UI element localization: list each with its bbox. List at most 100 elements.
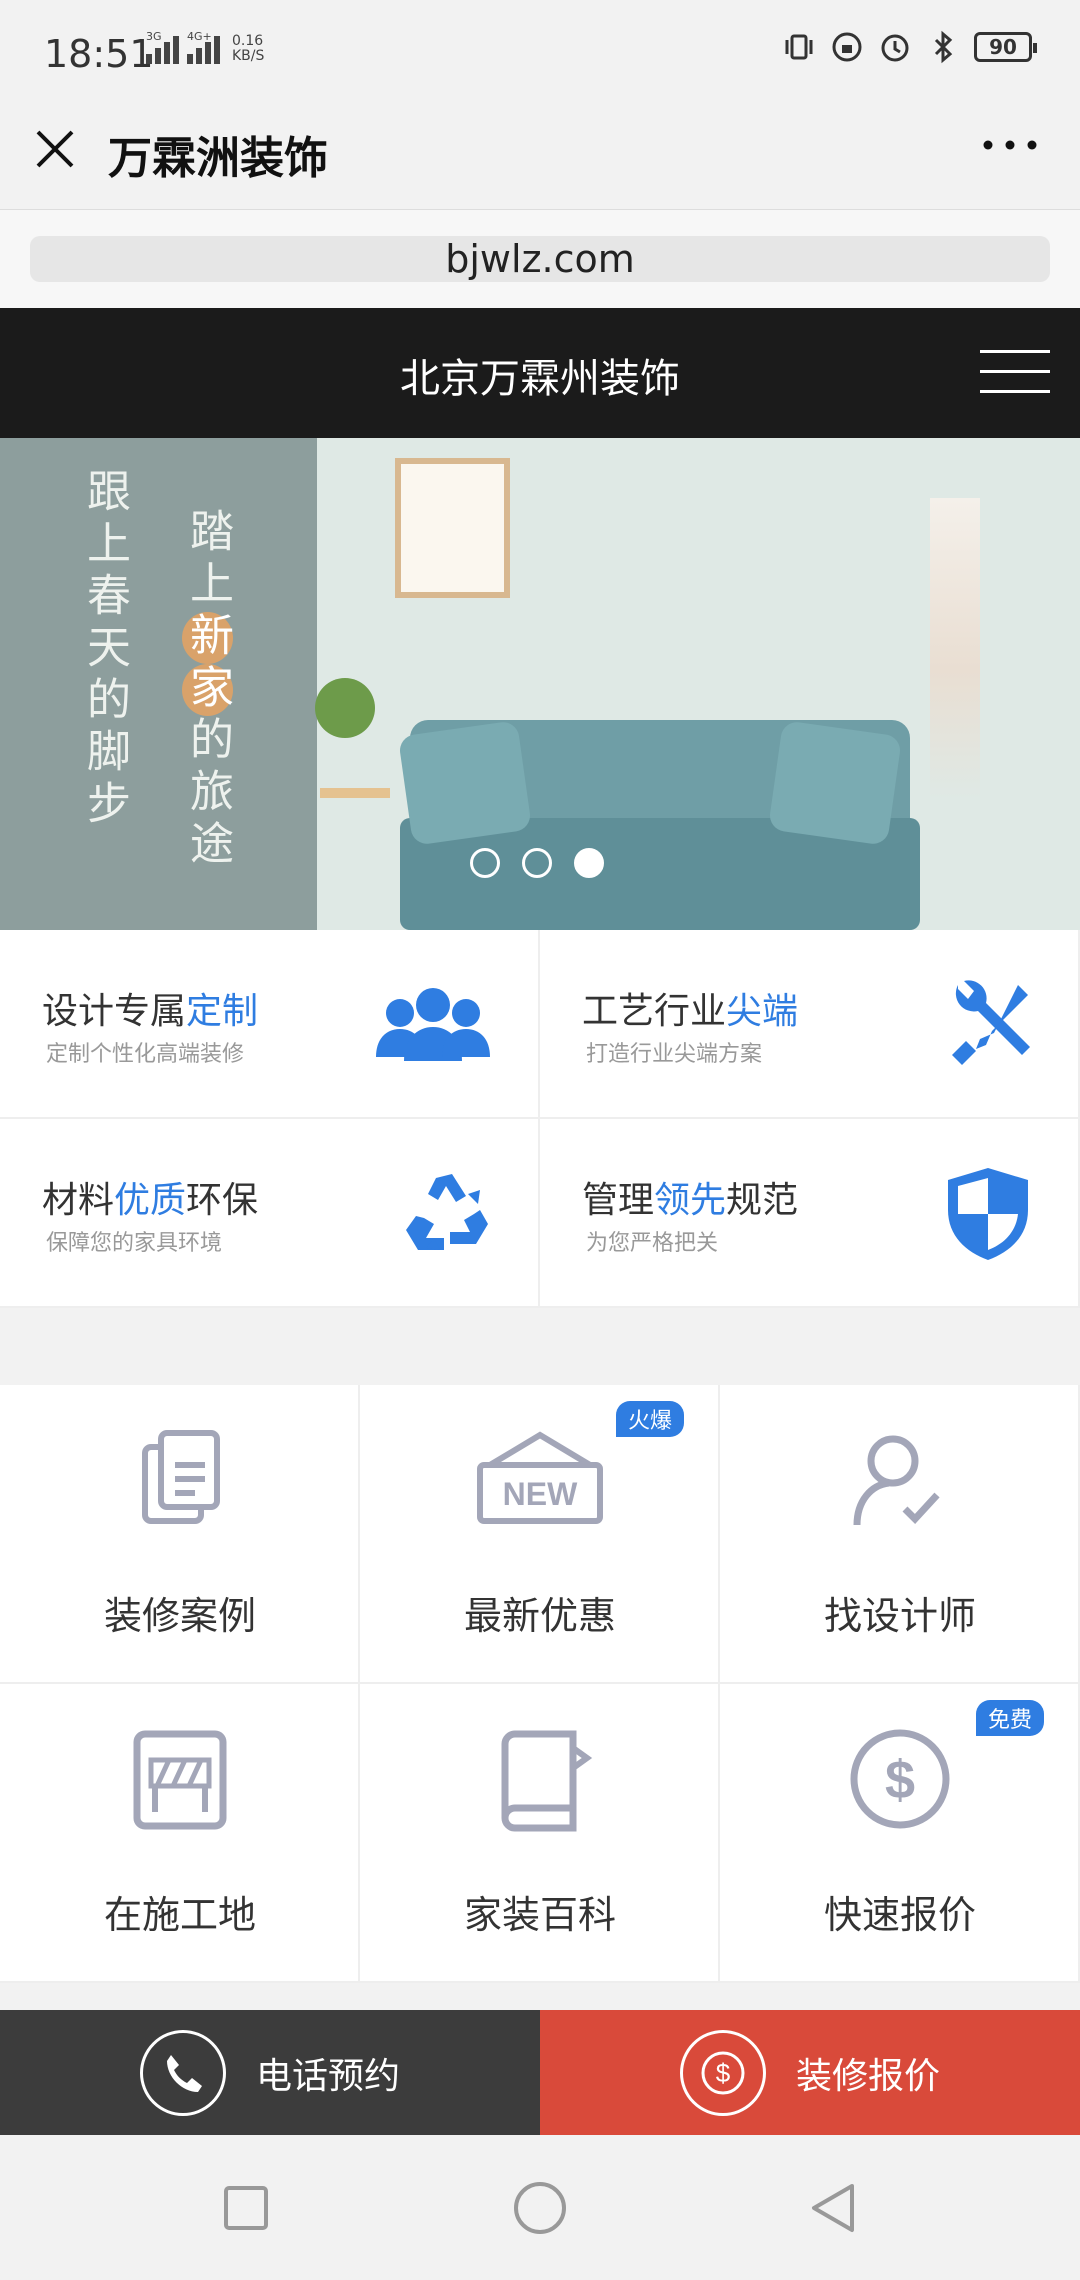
feature-title-end: 规范 xyxy=(726,1180,799,1221)
grid-item-label: 快速报价 xyxy=(823,1893,976,1937)
grid-item-label: 最新优惠 xyxy=(463,1594,616,1638)
feature-management[interactable]: 管理领先规范 为您严格把关 xyxy=(540,1119,1080,1308)
rotation-lock-icon xyxy=(832,32,862,62)
recycle-icon xyxy=(406,1174,488,1250)
feature-subtitle: 保障您的家具环境 xyxy=(46,1231,223,1256)
home-icon[interactable] xyxy=(512,2180,568,2236)
phone-icon xyxy=(139,2029,226,2116)
banner-slogan-2-start: 踏上 xyxy=(182,508,233,612)
feature-title-highlight: 定制 xyxy=(186,991,259,1032)
network-speed: 0.16 KB/S xyxy=(232,34,264,64)
banner-side-table-image xyxy=(320,788,390,798)
banner-slogan-2-highlight-1: 新 xyxy=(182,612,233,664)
shield-icon xyxy=(948,1168,1028,1260)
phone-booking-label: 电话预约 xyxy=(255,2055,400,2097)
signal-4g-icon: 4G+ xyxy=(187,30,220,64)
svg-text:$: $ xyxy=(716,2058,731,2088)
renovation-quote-button[interactable]: $ 装修报价 xyxy=(540,2010,1080,2135)
url-bar[interactable]: bjwlz.com xyxy=(30,236,1050,282)
feature-quality-material[interactable]: 材料优质环保 保障您的家具环境 xyxy=(0,1119,540,1308)
grid-item-quick-quote[interactable]: 免费 $ 快速报价 xyxy=(720,1684,1080,1983)
grid-item-offers[interactable]: 火爆 NEW 最新优惠 xyxy=(360,1385,720,1684)
bottom-action-bar: 电话预约 $ 装修报价 xyxy=(0,2010,1080,2135)
more-options-icon[interactable] xyxy=(980,130,1040,160)
hero-banner[interactable]: 跟上春天的脚步 踏上新家的旅途 xyxy=(0,438,1080,930)
users-icon xyxy=(376,988,490,1061)
carousel-dot[interactable] xyxy=(522,848,552,878)
feature-top-craft[interactable]: 工艺行业尖端 打造行业尖端方案 xyxy=(540,930,1080,1119)
feature-title-start: 管理 xyxy=(582,1180,655,1221)
battery-indicator: 90 xyxy=(974,32,1037,62)
services-grid: 装修案例 火爆 NEW 最新优惠 找设计师 在施工地 家装百科 免费 $ 快速报… xyxy=(0,1385,1080,1983)
feature-title-start: 材料 xyxy=(42,1180,115,1221)
feature-title: 材料优质环保 xyxy=(42,1171,258,1223)
grid-item-label: 装修案例 xyxy=(103,1594,256,1638)
designer-icon xyxy=(853,1435,940,1526)
feature-custom-design[interactable]: 设计专属定制 定制个性化高端装修 xyxy=(0,930,540,1119)
carousel-dot[interactable] xyxy=(470,848,500,878)
svg-text:$: $ xyxy=(885,1750,915,1810)
banner-pillow-image xyxy=(397,720,533,846)
dollar-icon: $ xyxy=(850,1729,950,1829)
alarm-icon xyxy=(881,34,909,62)
banner-slogan-2-highlight-2: 家 xyxy=(182,664,233,716)
grid-item-construction[interactable]: 在施工地 xyxy=(0,1684,360,1983)
hamburger-menu-icon[interactable] xyxy=(980,350,1050,396)
status-bar: 18:51 3G 4G+ 0.16 KB/S 90 xyxy=(0,0,1080,100)
svg-text:NEW: NEW xyxy=(503,1476,578,1512)
carousel-indicators xyxy=(470,848,604,878)
banner-text-panel xyxy=(0,438,317,930)
page-title: 万霖洲装饰 xyxy=(108,133,328,184)
network-indicators: 3G 4G+ 0.16 KB/S xyxy=(146,30,264,64)
new-tag-icon: NEW xyxy=(477,1431,603,1524)
site-header: 北京万霖州装饰 xyxy=(0,308,1080,438)
construction-icon xyxy=(133,1730,227,1830)
status-icons: 90 xyxy=(782,30,1037,64)
carousel-dot-active[interactable] xyxy=(574,848,604,878)
features-section: 设计专属定制 定制个性化高端装修 工艺行业尖端 打造行业尖端方案 材料优质环保 … xyxy=(0,930,1080,1308)
feature-title-highlight: 优质 xyxy=(114,1180,187,1221)
network-label-3g: 3G xyxy=(146,30,162,43)
back-icon[interactable] xyxy=(806,2180,862,2236)
close-icon[interactable] xyxy=(30,124,80,174)
grid-item-label: 家装百科 xyxy=(463,1893,616,1937)
site-title: 北京万霖州装饰 xyxy=(400,356,680,402)
feature-title: 设计专属定制 xyxy=(42,982,258,1034)
book-icon xyxy=(501,1730,593,1832)
feature-title: 管理领先规范 xyxy=(582,1171,798,1223)
renovation-quote-label: 装修报价 xyxy=(795,2055,940,2097)
banner-plant-image xyxy=(315,678,375,738)
grid-item-label: 找设计师 xyxy=(823,1594,976,1638)
phone-booking-button[interactable]: 电话预约 xyxy=(0,2010,540,2135)
grid-item-cases[interactable]: 装修案例 xyxy=(0,1385,360,1684)
banner-slogan-2-end: 的旅途 xyxy=(182,716,233,872)
feature-title-start: 设计专属 xyxy=(42,991,187,1032)
free-badge: 免费 xyxy=(975,1700,1044,1736)
network-label-4g: 4G+ xyxy=(187,30,212,43)
grid-item-encyclopedia[interactable]: 家装百科 xyxy=(360,1684,720,1983)
feature-title-highlight: 尖端 xyxy=(726,991,799,1032)
tools-icon xyxy=(952,980,1030,1065)
browser-title-bar: 万霖洲装饰 xyxy=(0,100,1080,210)
recent-apps-icon[interactable] xyxy=(218,2180,274,2236)
feature-title: 工艺行业尖端 xyxy=(582,982,798,1034)
signal-3g-icon: 3G xyxy=(146,30,179,64)
vibrate-icon xyxy=(785,34,813,60)
network-speed-unit: KB/S xyxy=(232,48,265,64)
banner-wall-frame-image xyxy=(395,458,510,598)
banner-pillow-image xyxy=(767,720,903,846)
bluetooth-icon xyxy=(934,30,953,64)
feature-title-end: 环保 xyxy=(186,1180,259,1221)
system-navigation-bar xyxy=(0,2135,1080,2280)
feature-subtitle: 为您严格把关 xyxy=(586,1231,719,1256)
network-speed-value: 0.16 xyxy=(232,33,264,49)
url-bar-container: bjwlz.com xyxy=(0,210,1080,308)
hot-badge: 火爆 xyxy=(615,1401,684,1437)
grid-item-label: 在施工地 xyxy=(103,1893,256,1937)
grid-item-designer[interactable]: 找设计师 xyxy=(720,1385,1080,1684)
feature-subtitle: 打造行业尖端方案 xyxy=(586,1042,763,1067)
banner-slogan-2: 踏上新家的旅途 xyxy=(175,508,239,872)
feature-subtitle: 定制个性化高端装修 xyxy=(46,1042,245,1067)
documents-icon xyxy=(142,1430,220,1524)
banner-coat-stand-image xyxy=(930,498,980,928)
